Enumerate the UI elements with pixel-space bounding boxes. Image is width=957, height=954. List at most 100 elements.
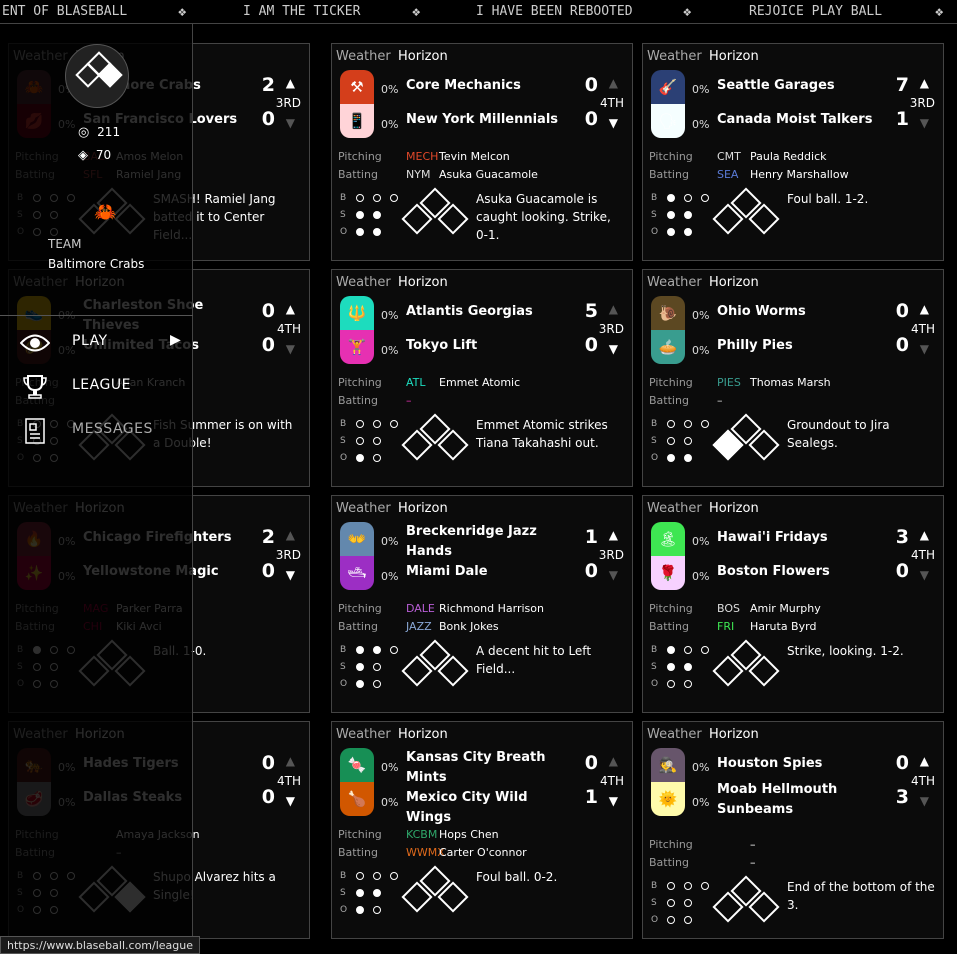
game-card[interactable]: Weather Horizon 🎸 🗣 0% 0% Seattle Garages Canad…	[642, 43, 944, 261]
top-inning-arrow-icon: ▲	[285, 528, 295, 542]
home-team-name[interactable]: New York Millennials	[406, 110, 576, 130]
o-count-label: O	[651, 679, 659, 689]
weather-value: Horizon	[709, 275, 759, 290]
nav-league[interactable]: LEAGUE	[20, 372, 190, 402]
away-team-logo[interactable]: 🏝	[651, 522, 685, 556]
home-team-name[interactable]: Tokyo Lift	[406, 336, 576, 356]
batter-name[interactable]: Henry Marshallow	[750, 168, 849, 181]
nav-messages[interactable]: MESSAGES	[20, 416, 190, 446]
bases-diamond	[401, 865, 469, 920]
play-by-play-message: Strike, looking. 1-2.	[787, 644, 904, 658]
batting-label: Batting	[338, 846, 378, 859]
game-card[interactable]: Weather Horizon 🍬 🍗 0% 0% Kansas City Breath M…	[331, 721, 633, 939]
weather-label: Weather	[647, 49, 702, 64]
away-score: 0	[895, 752, 909, 774]
home-win-pct: 0%	[381, 344, 399, 357]
away-team-logo[interactable]: 🐌	[651, 296, 685, 330]
game-card[interactable]: Weather Horizon 🔱 🏋 0% 0% Atlantis Georgias Tok…	[331, 269, 633, 487]
pitcher-name[interactable]: Emmet Atomic	[439, 376, 520, 389]
game-card[interactable]: Weather Horizon 👐 🛥 0% 0% Breckenridge Jazz Ha…	[331, 495, 633, 713]
pitcher-name[interactable]: Amir Murphy	[750, 602, 821, 615]
b-count-label: B	[340, 419, 347, 429]
pitcher-name[interactable]: Paula Reddick	[750, 150, 827, 163]
home-team-logo[interactable]: 🗣	[651, 104, 685, 138]
away-team-name[interactable]: Atlantis Georgias	[406, 302, 576, 322]
away-win-pct: 0%	[381, 309, 399, 322]
weather-value: Horizon	[398, 49, 448, 64]
pitcher-name[interactable]: –	[750, 838, 756, 851]
home-team-logo[interactable]: 🍗	[340, 782, 374, 816]
batter-name[interactable]: Carter O'connor	[439, 846, 527, 859]
away-team-logo[interactable]: 🔱	[340, 296, 374, 330]
home-team-logo[interactable]: 📱	[340, 104, 374, 138]
home-team-emoji-icon: 🌞	[658, 790, 678, 808]
away-team-name[interactable]: Houston Spies	[717, 754, 887, 774]
game-card[interactable]: Weather Horizon ⚒ 📱 0% 0% Core Mechanics New Yo…	[331, 43, 633, 261]
pitcher-name[interactable]: Tevin Melcon	[439, 150, 510, 163]
batter-name[interactable]: Bonk Jokes	[439, 620, 499, 633]
votes-display: ◈ 70	[78, 148, 111, 163]
blaseball-logo[interactable]	[65, 44, 129, 108]
s-count-dot	[684, 437, 692, 445]
away-team-name[interactable]: Seattle Garages	[717, 76, 887, 96]
batter-name[interactable]: Asuka Guacamole	[439, 168, 538, 181]
home-win-pct: 0%	[381, 796, 399, 809]
home-win-pct: 0%	[692, 118, 710, 131]
game-card[interactable]: Weather Horizon 🏝 🌹 0% 0% Hawai'i Fridays Bosto…	[642, 495, 944, 713]
home-team-logo[interactable]: 🛥	[340, 556, 374, 590]
o-count-dot	[667, 228, 675, 236]
away-team-logo[interactable]: ⚒	[340, 70, 374, 104]
s-count-label: S	[340, 662, 346, 672]
away-team-logo[interactable]: 🍬	[340, 748, 374, 782]
away-team-name[interactable]: Hawai'i Fridays	[717, 528, 887, 548]
away-team-name[interactable]: Ohio Worms	[717, 302, 887, 322]
nav-messages-label: MESSAGES	[72, 421, 153, 437]
o-count-dot	[684, 454, 692, 462]
home-team-name[interactable]: Boston Flowers	[717, 562, 887, 582]
b-count-label: B	[651, 645, 658, 655]
batting-label: Batting	[649, 168, 689, 181]
s-count-dot	[373, 211, 381, 219]
pitcher-name[interactable]: Thomas Marsh	[750, 376, 831, 389]
batter-name[interactable]: Haruta Byrd	[750, 620, 816, 633]
home-team-name[interactable]: Moab Hellmouth Sunbeams	[717, 780, 887, 820]
s-count-dot	[684, 899, 692, 907]
away-team-name[interactable]: Core Mechanics	[406, 76, 576, 96]
home-team-logo[interactable]: 🥧	[651, 330, 685, 364]
play-by-play-message: Groundout to Jira Sealegs.	[787, 418, 890, 450]
game-card[interactable]: Weather Horizon 🐌 🥧 0% 0% Ohio Worms Philly Pie…	[642, 269, 944, 487]
home-team-name[interactable]: Philly Pies	[717, 336, 887, 356]
away-team-name[interactable]: Breckenridge Jazz Hands	[406, 522, 576, 562]
home-team-name[interactable]: Mexico City Wild Wings	[406, 788, 576, 828]
favorite-team-name[interactable]: Baltimore Crabs	[48, 257, 144, 271]
game-card[interactable]: Weather Horizon 🕵 🌞 0% 0% Houston Spies Moab He…	[642, 721, 944, 939]
home-team-logo[interactable]: 🌞	[651, 782, 685, 816]
message-icon	[20, 416, 50, 446]
home-team-name[interactable]: Canada Moist Talkers	[717, 110, 887, 130]
away-win-pct: 0%	[692, 535, 710, 548]
away-team-logo[interactable]: 🕵	[651, 748, 685, 782]
batter-name[interactable]: –	[750, 856, 756, 869]
home-team-logo[interactable]: 🏋	[340, 330, 374, 364]
home-team-logo[interactable]: 🌹	[651, 556, 685, 590]
away-team-logo[interactable]: 🎸	[651, 70, 685, 104]
o-count-label: O	[651, 915, 659, 925]
bases-diamond	[712, 639, 780, 694]
home-win-pct: 0%	[381, 570, 399, 583]
s-count-label: S	[651, 898, 657, 908]
pitcher-name[interactable]: Hops Chen	[439, 828, 499, 841]
pitcher-name[interactable]: Richmond Harrison	[439, 602, 544, 615]
weather-label: Weather	[336, 275, 391, 290]
away-team-name[interactable]: Kansas City Breath Mints	[406, 748, 576, 788]
home-score: 0	[584, 560, 598, 582]
away-team-logo[interactable]: 👐	[340, 522, 374, 556]
batting-label: Batting	[649, 856, 689, 869]
bottom-inning-arrow-icon: ▼	[285, 568, 295, 582]
bottom-inning-arrow-icon: ▼	[608, 116, 618, 130]
home-team-emoji-icon: 🌹	[658, 564, 678, 582]
inning-label: 4TH	[600, 774, 624, 788]
home-team-name[interactable]: Miami Dale	[406, 562, 576, 582]
s-count-dot	[684, 663, 692, 671]
away-win-pct: 0%	[381, 83, 399, 96]
nav-play[interactable]: PLAY ▶	[20, 328, 190, 358]
